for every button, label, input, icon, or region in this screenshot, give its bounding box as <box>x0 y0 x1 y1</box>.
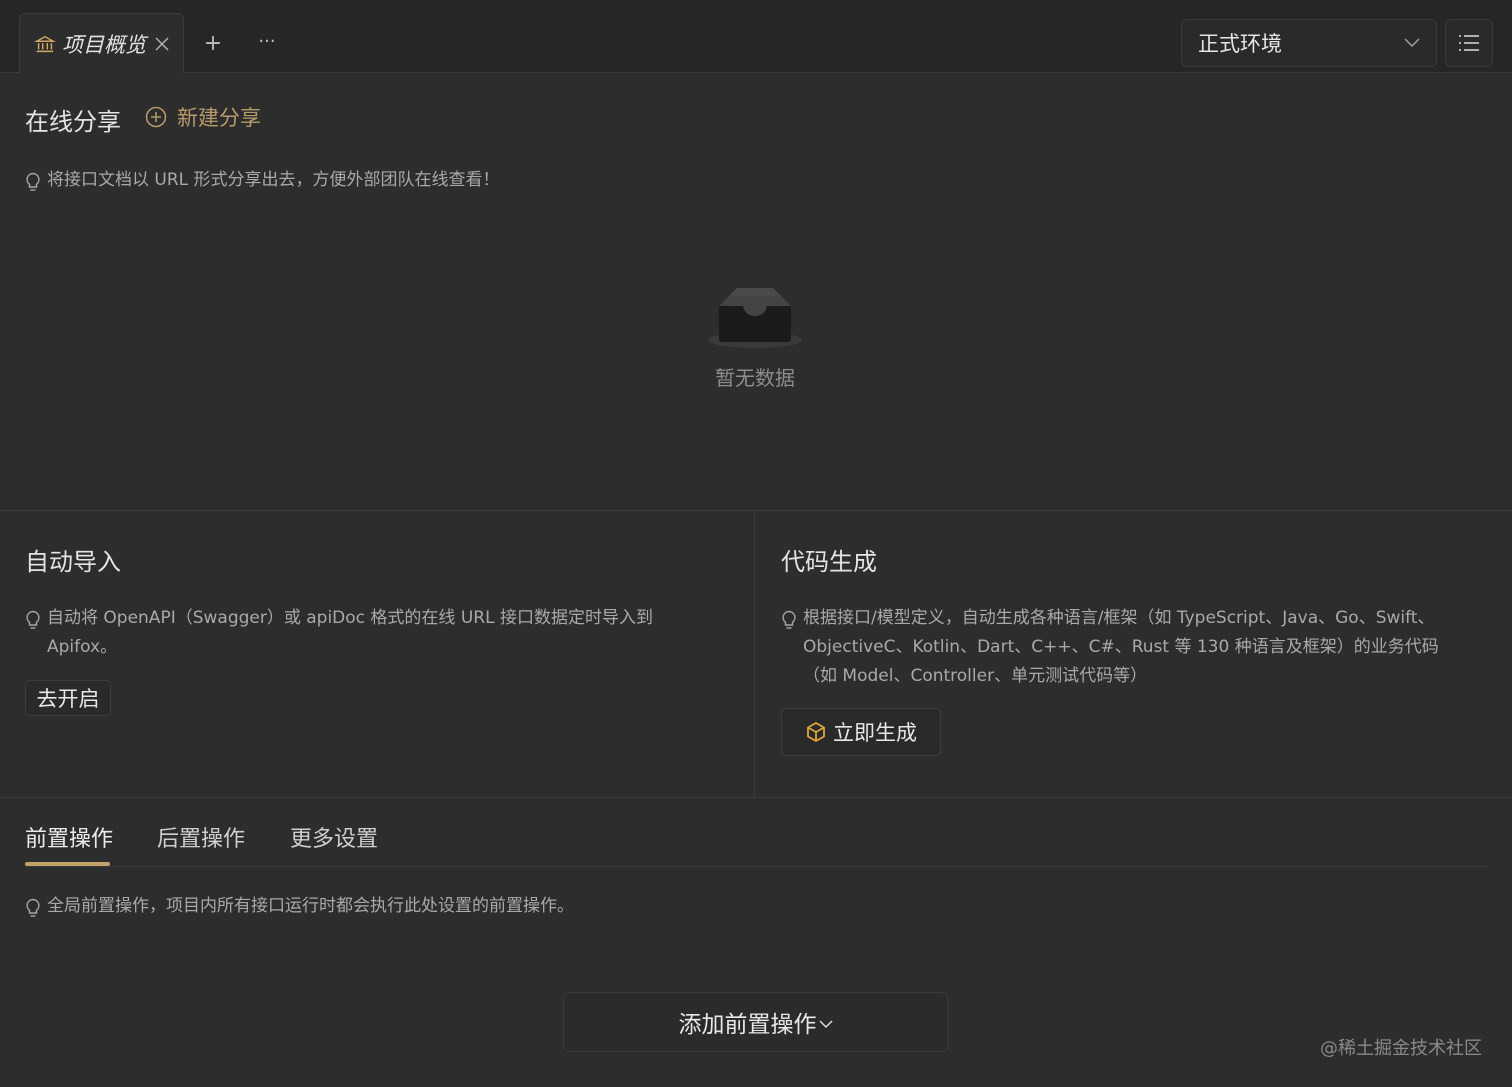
operations-tip: 全局前置操作，项目内所有接口运行时都会执行此处设置的前置操作。 <box>25 892 574 921</box>
operations-tabs: 前置操作 后置操作 更多设置 <box>25 799 1488 867</box>
new-share-label: 新建分享 <box>177 106 261 130</box>
chevron-down-icon <box>1404 38 1420 48</box>
tab-more-settings[interactable]: 更多设置 <box>290 821 378 853</box>
lightbulb-icon <box>26 610 40 629</box>
lightbulb-icon <box>26 898 40 917</box>
active-tab-indicator <box>25 862 110 866</box>
auto-import-card: 自动导入 自动将 OpenAPI（Swagger）或 apiDoc 格式的在线 … <box>0 512 755 798</box>
codegen-title: 代码生成 <box>781 548 877 576</box>
codegen-tip-text: 根据接口/模型定义，自动生成各种语言/框架（如 TypeScript、Java、… <box>803 608 1439 686</box>
generate-code-button[interactable]: 立即生成 <box>781 708 941 756</box>
operations-section: 前置操作 后置操作 更多设置 全局前置操作，项目内所有接口运行时都会执行此处设置… <box>0 799 1512 1087</box>
empty-label: 暂无数据 <box>715 366 795 390</box>
cube-icon <box>807 721 825 743</box>
add-tab-button[interactable]: + <box>196 26 230 60</box>
watermark: @稀土掘金技术社区 <box>1320 1038 1482 1059</box>
add-pre-operation-button[interactable]: 添加前置操作 <box>563 992 948 1052</box>
close-icon[interactable] <box>154 36 170 52</box>
operations-tip-text: 全局前置操作，项目内所有接口运行时都会执行此处设置的前置操作。 <box>47 896 574 916</box>
list-icon <box>1459 35 1479 51</box>
tab-label: 项目概览 <box>62 32 146 57</box>
tab-pre-operations[interactable]: 前置操作 <box>25 821 113 853</box>
empty-inbox-icon <box>708 288 802 348</box>
share-title: 在线分享 <box>25 108 121 136</box>
lightbulb-icon <box>782 610 796 629</box>
list-menu-button[interactable] <box>1445 19 1493 67</box>
empty-state: 暂无数据 <box>700 286 810 391</box>
environment-label: 正式环境 <box>1198 32 1282 56</box>
new-share-button[interactable]: 新建分享 <box>145 102 261 132</box>
share-tip: 将接口文档以 URL 形式分享出去，方便外部团队在线查看！ <box>25 166 500 195</box>
share-tip-text: 将接口文档以 URL 形式分享出去，方便外部团队在线查看！ <box>47 170 500 190</box>
plus-circle-icon <box>145 106 167 128</box>
codegen-tip: 根据接口/模型定义，自动生成各种语言/框架（如 TypeScript、Java、… <box>781 604 1471 691</box>
auto-import-title: 自动导入 <box>25 548 121 576</box>
bank-icon <box>34 35 56 52</box>
auto-import-tip-text: 自动将 OpenAPI（Swagger）或 apiDoc 格式的在线 URL 接… <box>47 608 653 657</box>
lightbulb-icon <box>26 172 40 191</box>
chevron-down-icon <box>818 1020 833 1029</box>
code-generation-card: 代码生成 根据接口/模型定义，自动生成各种语言/框架（如 TypeScript、… <box>756 512 1512 798</box>
more-button[interactable]: ··· <box>250 24 284 58</box>
tab-project-overview[interactable]: 项目概览 <box>19 13 184 73</box>
generate-code-label: 立即生成 <box>833 721 917 745</box>
enable-auto-import-button[interactable]: 去开启 <box>25 680 111 716</box>
tab-bar: 项目概览 + ··· 正式环境 <box>0 0 1512 73</box>
auto-import-tip: 自动将 OpenAPI（Swagger）或 apiDoc 格式的在线 URL 接… <box>25 604 695 662</box>
tab-post-operations[interactable]: 后置操作 <box>157 821 245 853</box>
online-share-section: 在线分享 新建分享 将接口文档以 URL 形式分享出去，方便外部团队在线查看！ … <box>0 74 1512 511</box>
add-pre-operation-label: 添加前置操作 <box>678 1012 817 1038</box>
environment-select[interactable]: 正式环境 <box>1181 19 1437 67</box>
